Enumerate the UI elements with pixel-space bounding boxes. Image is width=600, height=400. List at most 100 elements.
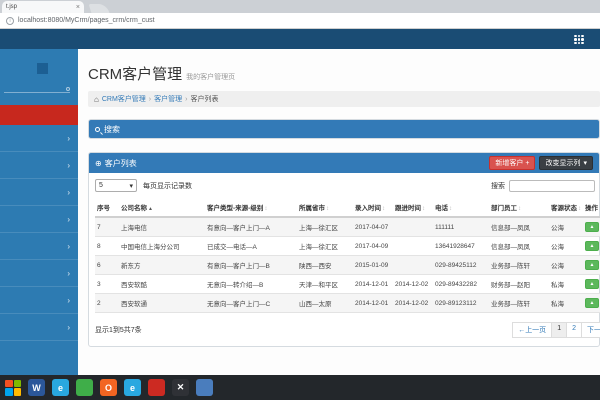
cell-phone: 029-89432282 xyxy=(433,274,489,294)
col-actions: 操作 xyxy=(583,198,600,218)
cell-staff: 业务部—陈轩 xyxy=(489,255,549,275)
taskbar-icon-green-app[interactable] xyxy=(76,379,93,396)
cell-created: 2014-12-01 xyxy=(353,293,393,313)
new-tab-button[interactable] xyxy=(88,4,110,13)
taskbar-icon-firefox[interactable]: O xyxy=(100,379,117,396)
sidebar-item[interactable]: › xyxy=(0,287,78,314)
caret-down-icon: ▾ xyxy=(129,182,133,190)
table-header-row: 序号 公司名称▲ 客户类型-来源-级别↕ 所属省市↕ 录入时间↕ 跟进时间↕ 电… xyxy=(95,198,600,218)
page-size-select[interactable]: 5 ▾ xyxy=(95,179,137,192)
cell-company: 西安软通 xyxy=(119,293,205,313)
cell-followed xyxy=(393,217,433,237)
sidebar-item[interactable]: › xyxy=(0,206,78,233)
main-content: CRM客户管理 我的客户管理页 ⌂ CRM客户管理 › 客户管理 › 客户列表 搜… xyxy=(78,49,600,375)
search-icon xyxy=(66,87,70,91)
col-status[interactable]: 客源状态↕ xyxy=(549,198,583,218)
sidebar-item[interactable]: › xyxy=(0,260,78,287)
url-text[interactable]: localhost:8080/MyCrm/pages_crm/crm_cust xyxy=(18,17,155,24)
tab-close-icon[interactable]: × xyxy=(76,4,80,11)
browser-address-bar: i localhost:8080/MyCrm/pages_crm/crm_cus… xyxy=(0,13,600,29)
taskbar-icon-ie[interactable]: e xyxy=(52,379,69,396)
table-search-label: 搜索 xyxy=(491,182,505,190)
taskbar-icon-dark-app[interactable]: ✕ xyxy=(172,379,189,396)
cell-followed: 2014-12-02 xyxy=(393,274,433,294)
pagination-page-2[interactable]: 2 xyxy=(566,322,582,338)
cell-type: 有意向—客户上门—B xyxy=(205,255,297,275)
customer-list-panel: ⊕ 客户列表 新增客户 + 改变显示列 ▾ 5 ▾ 每页显示记录数 搜索 序号 … xyxy=(88,152,600,347)
sidebar-search-input[interactable] xyxy=(4,85,70,93)
table-search-input[interactable] xyxy=(509,179,595,192)
cell-company: 上海电信 xyxy=(119,217,205,237)
cell-phone: 029-89425112 xyxy=(433,255,489,275)
pagination-next[interactable]: 下一页→ xyxy=(581,322,600,338)
taskbar-icon-ie2[interactable]: e xyxy=(124,379,141,396)
cell-seq: 7 xyxy=(95,217,119,237)
sidebar-item[interactable]: › xyxy=(0,179,78,206)
row-action-button[interactable]: ▲ xyxy=(585,260,599,270)
sort-icon: ↕ xyxy=(382,206,385,212)
table-row: 6 新东方 有意向—客户上门—B 陕西—西安 2015-01-09 029-89… xyxy=(95,255,600,275)
cell-type: 无意向—客户上门—C xyxy=(205,293,297,313)
col-staff[interactable]: 部门员工↕ xyxy=(489,198,549,218)
col-followed[interactable]: 跟进时间↕ xyxy=(393,198,433,218)
browser-tab[interactable]: t.jsp × xyxy=(2,1,84,13)
cell-company: 中国电信上海分公司 xyxy=(119,236,205,256)
col-company[interactable]: 公司名称▲ xyxy=(119,198,205,218)
col-type[interactable]: 客户类型-来源-级别↕ xyxy=(205,198,297,218)
action-icon: ▲ xyxy=(589,281,595,287)
row-action-button[interactable]: ▲ xyxy=(585,279,599,289)
row-action-button[interactable]: ▲ xyxy=(585,222,599,232)
search-panel-header[interactable]: 搜索 xyxy=(89,120,599,138)
col-seq[interactable]: 序号 xyxy=(95,198,119,218)
cell-region: 天津—和平区 xyxy=(297,274,353,294)
taskbar-icon-word[interactable]: W xyxy=(28,379,45,396)
cell-seq: 6 xyxy=(95,255,119,275)
page-size-value: 5 xyxy=(99,182,103,189)
cell-region: 上海—徐汇区 xyxy=(297,236,353,256)
sidebar-item[interactable]: › xyxy=(0,125,78,152)
cell-company: 西安软酷 xyxy=(119,274,205,294)
sort-asc-icon: ▲ xyxy=(148,206,153,212)
breadcrumb-item-current: 客户列表 xyxy=(190,96,219,103)
sidebar-item[interactable]: › xyxy=(0,314,78,341)
cell-status: 公海 xyxy=(549,236,583,256)
taskbar-icon-blue-app[interactable] xyxy=(196,379,213,396)
change-columns-button[interactable]: 改变显示列 ▾ xyxy=(539,156,593,170)
chevron-right-icon: › xyxy=(67,268,70,278)
taskbar-icon-red-app[interactable] xyxy=(148,379,165,396)
home-icon[interactable]: ⌂ xyxy=(94,95,99,104)
col-label: 客源状态 xyxy=(551,205,577,212)
col-phone[interactable]: 电话↕ xyxy=(433,198,489,218)
add-customer-button[interactable]: 新增客户 + xyxy=(489,156,536,170)
plus-icon: + xyxy=(525,159,530,167)
chevron-right-icon: › xyxy=(67,214,70,224)
cell-staff: 信息部—凤凤 xyxy=(489,236,549,256)
breadcrumb-item[interactable]: CRM客户管理 xyxy=(102,94,146,104)
row-action-button[interactable]: ▲ xyxy=(585,298,599,308)
row-action-button[interactable]: ▲ xyxy=(585,241,599,251)
sidebar-item-active[interactable] xyxy=(0,105,78,125)
pagination-prev[interactable]: ←上一页 xyxy=(512,322,553,338)
pagination-page-1[interactable]: 1 xyxy=(551,322,568,338)
col-created[interactable]: 录入时间↕ xyxy=(353,198,393,218)
cell-followed: 2014-12-02 xyxy=(393,293,433,313)
site-info-icon[interactable]: i xyxy=(6,16,14,25)
add-customer-label: 新增客户 xyxy=(495,160,524,167)
cell-staff: 业务部—陈轩 xyxy=(489,293,549,313)
sidebar-item[interactable]: › xyxy=(0,233,78,260)
col-region[interactable]: 所属省市↕ xyxy=(297,198,353,218)
sort-icon: ↕ xyxy=(449,206,452,212)
breadcrumb-item[interactable]: 客户管理 xyxy=(154,94,182,104)
page-title: CRM客户管理 xyxy=(88,66,183,83)
cell-created: 2017-04-09 xyxy=(353,236,393,256)
col-label: 所属省市 xyxy=(299,205,325,212)
windows-start-button[interactable] xyxy=(5,379,21,396)
cell-company: 新东方 xyxy=(119,255,205,275)
sidebar-item[interactable]: › xyxy=(0,152,78,179)
breadcrumb: ⌂ CRM客户管理 › 客户管理 › 客户列表 xyxy=(88,91,600,107)
cell-seq: 3 xyxy=(95,274,119,294)
sidebar-logo[interactable] xyxy=(37,63,48,74)
customer-list-title: 客户列表 xyxy=(104,158,137,168)
cell-created: 2014-12-01 xyxy=(353,274,393,294)
apps-grid-icon[interactable] xyxy=(574,35,584,44)
